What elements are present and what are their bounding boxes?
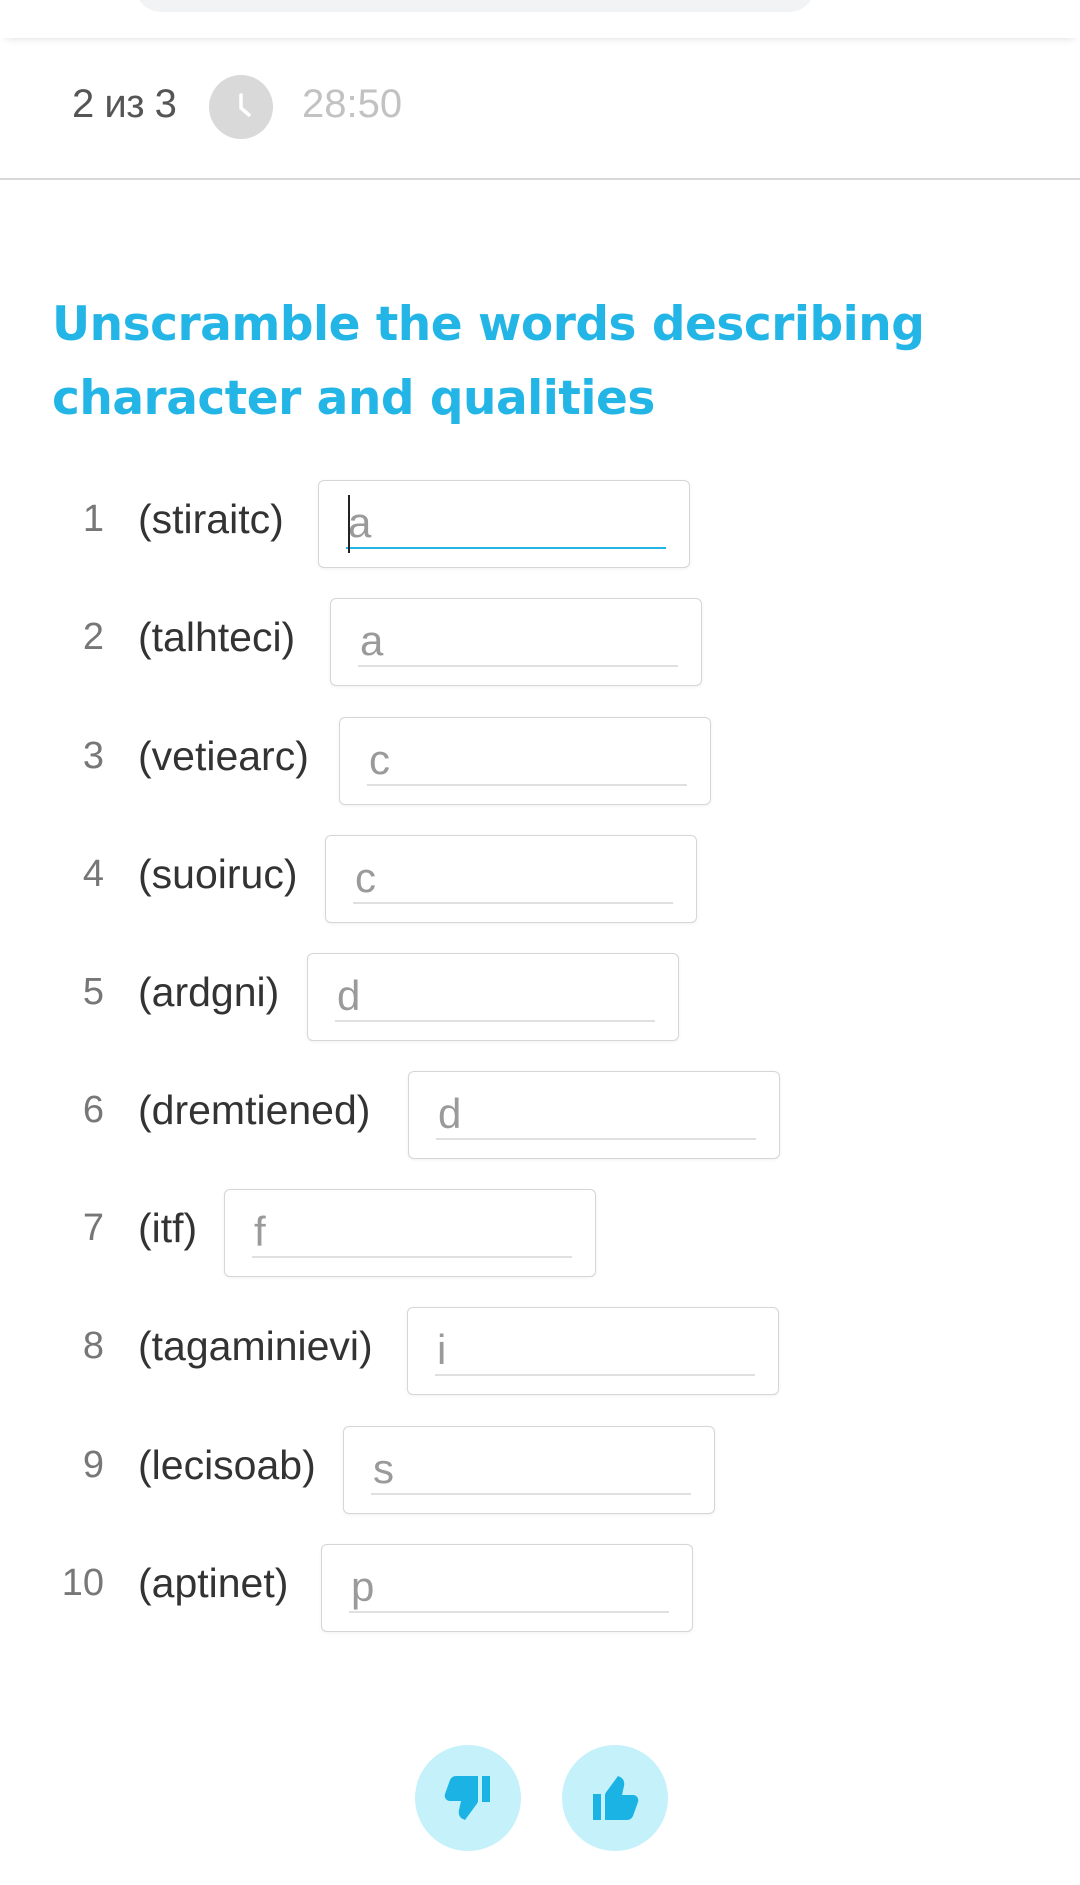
exercise-row: 3 (vetiearc)	[0, 717, 1080, 805]
progress-counter: 2 из 3	[72, 82, 177, 126]
scrambled-word: (tagaminievi)	[138, 1323, 373, 1369]
answer-box[interactable]	[408, 1071, 780, 1159]
answer-box[interactable]	[339, 717, 711, 805]
scrambled-word: (dremtiened)	[138, 1087, 371, 1133]
dislike-button[interactable]	[415, 1745, 521, 1851]
answer-input[interactable]	[349, 1563, 669, 1613]
exercise-row: 2 (talhteci)	[0, 598, 1080, 686]
timer-value: 28:50	[302, 82, 403, 126]
thumbs-up-icon	[593, 1776, 639, 1820]
row-number: 9	[82, 1444, 104, 1486]
exercise-row: 1 (stiraitc)	[0, 480, 1080, 568]
exercise-page: 2 из 3 28:50 Unscramble the words descri…	[0, 0, 1080, 1885]
answer-box[interactable]	[407, 1307, 779, 1395]
scrambled-word: (talhteci)	[138, 614, 296, 660]
scrambled-word: (vetiearc)	[138, 733, 309, 779]
scrambled-word: (ardgni)	[138, 969, 280, 1015]
answer-input[interactable]	[371, 1445, 691, 1495]
scrambled-word: (stiraitc)	[138, 496, 284, 542]
answer-input[interactable]	[367, 736, 687, 786]
answer-input[interactable]	[435, 1326, 755, 1376]
row-number: 7	[82, 1207, 104, 1249]
thumbs-down-icon	[444, 1776, 490, 1820]
answer-box[interactable]	[318, 480, 690, 568]
progress-header: 2 из 3 28:50	[0, 38, 1080, 180]
answer-input[interactable]	[335, 972, 655, 1022]
row-number: 5	[82, 971, 104, 1013]
exercise-row: 4 (suoiruc)	[0, 835, 1080, 923]
row-number: 2	[82, 616, 104, 658]
scrambled-word: (aptinet)	[138, 1560, 289, 1606]
like-button[interactable]	[562, 1745, 668, 1851]
scrambled-word: (itf)	[138, 1205, 198, 1251]
answer-box[interactable]	[321, 1544, 693, 1632]
answer-input[interactable]	[358, 617, 678, 667]
answer-box[interactable]	[330, 598, 702, 686]
search-bar-remnant[interactable]	[135, 0, 815, 12]
answer-box[interactable]	[224, 1189, 596, 1277]
clock-icon	[209, 75, 273, 139]
answer-box[interactable]	[325, 835, 697, 923]
scrambled-word: (suoiruc)	[138, 851, 298, 897]
answer-input[interactable]	[252, 1208, 572, 1258]
row-number: 1	[82, 498, 104, 540]
row-number: 10	[61, 1562, 104, 1604]
exercise-title: Unscramble the words describing characte…	[52, 297, 925, 426]
answer-input[interactable]	[353, 854, 673, 904]
exercise-row: 9 (lecisoab)	[0, 1426, 1080, 1514]
answer-box[interactable]	[343, 1426, 715, 1514]
row-number: 8	[82, 1325, 104, 1367]
exercise-row: 7 (itf)	[0, 1189, 1080, 1277]
exercise-row: 5 (ardgni)	[0, 953, 1080, 1041]
exercise-row: 8 (tagaminievi)	[0, 1307, 1080, 1395]
exercise-row: 6 (dremtiened)	[0, 1071, 1080, 1159]
row-number: 4	[82, 853, 104, 895]
answer-box[interactable]	[307, 953, 679, 1041]
text-caret	[348, 495, 350, 553]
row-number: 6	[82, 1089, 104, 1131]
answer-input[interactable]	[346, 499, 666, 549]
row-number: 3	[82, 735, 104, 777]
answer-input[interactable]	[436, 1090, 756, 1140]
exercise-row: 10 (aptinet)	[0, 1544, 1080, 1632]
scrambled-word: (lecisoab)	[138, 1442, 316, 1488]
